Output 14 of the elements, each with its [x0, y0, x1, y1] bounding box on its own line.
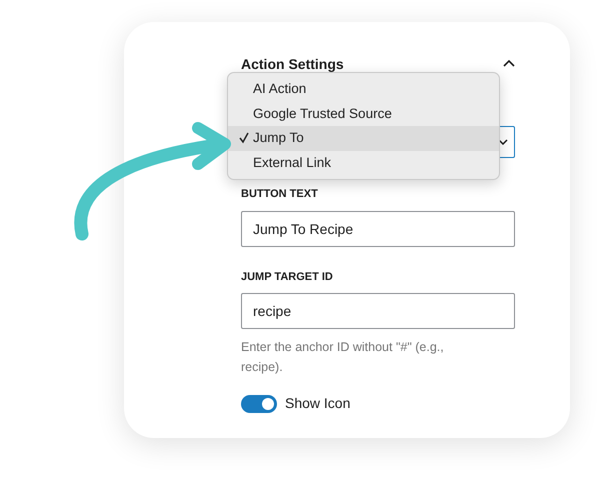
menu-item[interactable]: AI Action [228, 77, 499, 102]
menu-item[interactable]: Google Trusted Source [228, 102, 499, 126]
menu-item[interactable]: Jump To [228, 126, 499, 150]
text-field[interactable]: recipe [241, 293, 515, 329]
toggle-label: Show Icon [285, 394, 350, 413]
text-field[interactable]: Jump To Recipe [241, 210, 515, 246]
chevron-icon [498, 139, 508, 145]
field-label: BUTTON TEXT [241, 187, 319, 202]
field-label: JUMP TARGET ID [241, 270, 334, 284]
menu-item[interactable]: External Link [228, 150, 499, 175]
help-text: Enter the anchor ID without "#" (e.g., recipe). [241, 339, 445, 376]
panel-title: Action Settings [241, 57, 344, 71]
chevron-icon[interactable] [503, 60, 515, 68]
toggle-switch[interactable] [241, 394, 277, 412]
